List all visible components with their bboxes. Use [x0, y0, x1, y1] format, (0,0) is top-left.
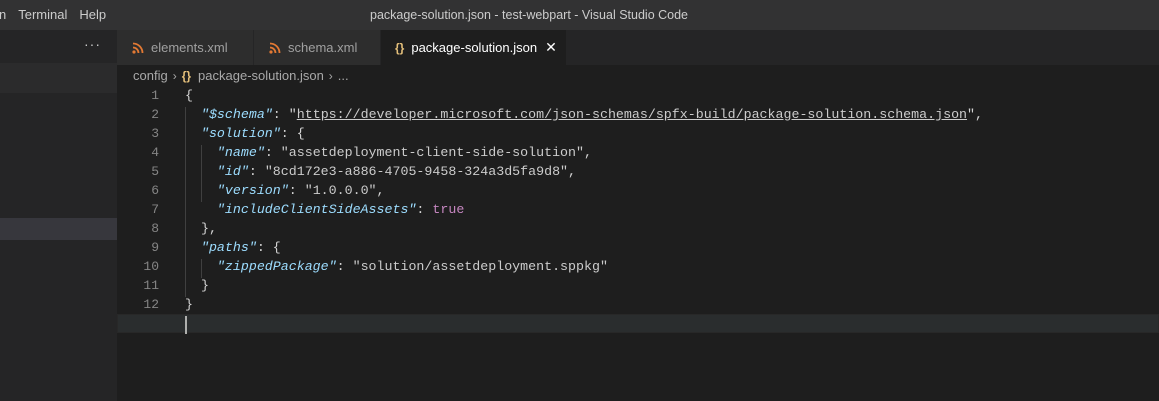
- code-line: }: [185, 295, 1159, 314]
- json-key: "id": [216, 164, 249, 179]
- line-number: 7: [151, 202, 159, 217]
- breadcrumb-file[interactable]: package-solution.json: [198, 65, 324, 87]
- code-line: }: [185, 276, 1159, 295]
- menu-item-help[interactable]: Help: [73, 0, 112, 30]
- text-cursor: [185, 316, 187, 334]
- code-line: "version": "1.0.0.0",: [216, 183, 385, 198]
- code-line: "zippedPackage": "solution/assetdeployme…: [216, 259, 608, 274]
- chevron-right-icon: ›: [172, 69, 177, 83]
- json-boolean: true: [432, 202, 465, 217]
- json-key: "zippedPackage": [216, 259, 337, 274]
- brace-open: {: [185, 88, 193, 103]
- rss-icon: [269, 42, 281, 54]
- line-number: 10: [143, 259, 159, 274]
- tab-label: schema.xml: [288, 40, 358, 55]
- tab-package-solution-json[interactable]: {} package-solution.json ✕: [381, 30, 567, 65]
- sidebar-header: ···: [0, 30, 117, 63]
- json-string: "solution/assetdeployment.sppkg": [352, 259, 608, 274]
- menu-bar: n Terminal Help: [0, 0, 112, 30]
- editor[interactable]: config › {} package-solution.json › ... …: [117, 65, 1159, 401]
- json-key: "paths": [200, 240, 257, 255]
- code-line: {: [185, 86, 1159, 105]
- tab-elements-xml[interactable]: elements.xml: [117, 30, 254, 65]
- line-number: 2: [151, 107, 159, 122]
- window-title: package-solution.json - test-webpart - V…: [370, 8, 688, 22]
- code-area[interactable]: { "$schema": "https://developer.microsof…: [117, 86, 1159, 334]
- code-line: "$schema": "https://developer.microsoft.…: [200, 107, 983, 122]
- line-number: 1: [151, 88, 159, 103]
- json-string: "8cd172e3-a886-4705-9458-324a3d5fa9d8": [264, 164, 569, 179]
- breadcrumb-symbol[interactable]: ...: [338, 65, 349, 87]
- tab-schema-xml[interactable]: schema.xml: [254, 30, 381, 65]
- code-line: },: [185, 219, 1159, 238]
- current-line[interactable]: [117, 314, 1159, 334]
- breadcrumb: config › {} package-solution.json › ...: [133, 65, 349, 87]
- line-number: 4: [151, 145, 159, 160]
- json-braces-icon: {}: [181, 69, 192, 83]
- code-line: "id": "8cd172e3-a886-4705-9458-324a3d5fa…: [216, 164, 577, 179]
- json-string: "assetdeployment-client-side-solution": [280, 145, 584, 160]
- json-key: "includeClientSideAssets": [216, 202, 417, 217]
- json-braces-icon: {}: [395, 40, 405, 55]
- schema-url-link[interactable]: https://developer.microsoft.com/json-sch…: [297, 107, 967, 122]
- menu-item-terminal[interactable]: Terminal: [12, 0, 73, 30]
- chevron-right-icon: ›: [328, 69, 333, 83]
- line-number: 8: [151, 221, 159, 236]
- tab-label: package-solution.json: [411, 40, 538, 55]
- line-number: 6: [151, 183, 159, 198]
- json-key: "solution": [200, 126, 281, 141]
- brace-close: },: [200, 221, 217, 236]
- sidebar: ···: [0, 30, 117, 401]
- json-key: "$schema": [200, 107, 273, 122]
- title-bar: n Terminal Help package-solution.json - …: [0, 0, 1159, 30]
- line-number: 3: [151, 126, 159, 141]
- close-icon[interactable]: ✕: [545, 39, 557, 56]
- json-key: "version": [216, 183, 289, 198]
- brace-close: }: [200, 278, 209, 293]
- line-number-gutter: 1 2 3 4 5 6 7 8 9 10 11 12 13: [117, 86, 159, 333]
- brace-close: }: [185, 297, 193, 312]
- code-line: "solution": {: [200, 126, 305, 141]
- line-number: 12: [143, 297, 159, 312]
- sidebar-section-header[interactable]: [0, 63, 117, 93]
- menu-item-run[interactable]: n: [0, 0, 12, 30]
- json-key: "name": [216, 145, 265, 160]
- json-string: "1.0.0.0": [304, 183, 377, 198]
- tab-bar: elements.xml schema.xml {} package-solut…: [117, 30, 1159, 65]
- rss-icon: [132, 42, 144, 54]
- line-number: 11: [143, 278, 159, 293]
- breadcrumb-folder[interactable]: config: [133, 65, 168, 87]
- code-line: "includeClientSideAssets": true: [216, 202, 465, 217]
- sidebar-selected-item[interactable]: [0, 218, 117, 240]
- code-line: "name": "assetdeployment-client-side-sol…: [216, 145, 592, 160]
- code-line: "paths": {: [200, 240, 281, 255]
- more-actions-icon[interactable]: ···: [84, 36, 101, 52]
- line-number: 5: [151, 164, 159, 179]
- line-number: 9: [151, 240, 159, 255]
- tab-label: elements.xml: [151, 40, 228, 55]
